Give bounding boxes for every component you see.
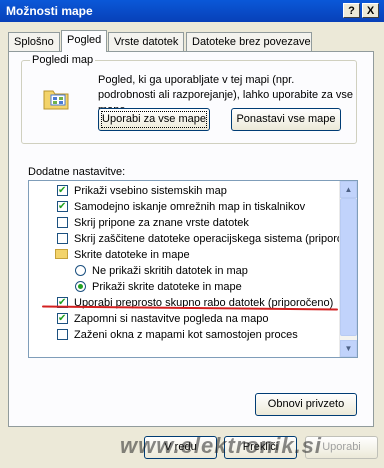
scrollbar[interactable]: ▲ ▼ (339, 181, 357, 357)
list-item-label: Samodejno iskanje omrežnih map in tiskal… (74, 201, 306, 213)
scroll-thumb[interactable] (340, 198, 357, 336)
list-item-label: Ne prikaži skritih datotek in map (92, 265, 248, 277)
checkbox[interactable] (57, 233, 68, 244)
title-bar: Možnosti mape ? X (0, 0, 384, 22)
list-item-label: Skrij pripone za znane vrste datotek (74, 217, 249, 229)
list-item-label: Prikaži vsebino sistemskih map (74, 185, 227, 197)
folder-icon (55, 249, 68, 259)
reset-all-folders-button[interactable]: Ponastavi vse mape (231, 108, 341, 131)
restore-defaults-button[interactable]: Obnovi privzeto (255, 393, 357, 416)
checkbox[interactable] (57, 329, 68, 340)
list-item-label: Prikaži skrite datoteke in mape (92, 281, 242, 293)
watermark: www.elektronik.si (120, 433, 323, 458)
advanced-settings-list: Prikaži vsebino sistemskih map Samodejno… (28, 180, 358, 358)
tab-file-types[interactable]: Vrste datotek (108, 32, 184, 51)
scroll-up-icon[interactable]: ▲ (340, 181, 357, 198)
tab-offline-files[interactable]: Datoteke brez povezave (186, 32, 312, 51)
advanced-settings-label: Dodatne nastavitve: (28, 166, 126, 178)
list-item-label: Zaženi okna z mapami kot samostojen proc… (74, 329, 298, 341)
list-item-label: Zapomni si nastavitve pogleda na mapo (74, 313, 269, 325)
checkbox[interactable] (57, 311, 68, 327)
list-item-label: Skrite datoteke in mape (74, 249, 190, 261)
tab-view[interactable]: Pogled (61, 30, 107, 52)
radio-button[interactable] (75, 265, 86, 276)
checkbox[interactable] (57, 183, 68, 199)
window-title: Možnosti mape (6, 4, 93, 18)
list-item-label: Skrij zaščitene datoteke operacijskega s… (74, 233, 355, 245)
radio-button[interactable] (75, 281, 86, 292)
checkbox[interactable] (57, 217, 68, 228)
scroll-down-icon[interactable]: ▼ (340, 340, 357, 357)
folder-views-icon (43, 90, 69, 110)
tab-general[interactable]: Splošno (8, 32, 60, 51)
help-button[interactable]: ? (343, 3, 360, 18)
close-button[interactable]: X (362, 3, 379, 18)
checkbox[interactable] (57, 199, 68, 215)
apply-to-all-folders-button[interactable]: Uporabi za vse mape (98, 108, 210, 131)
folder-views-label: Pogledi map (30, 54, 96, 66)
